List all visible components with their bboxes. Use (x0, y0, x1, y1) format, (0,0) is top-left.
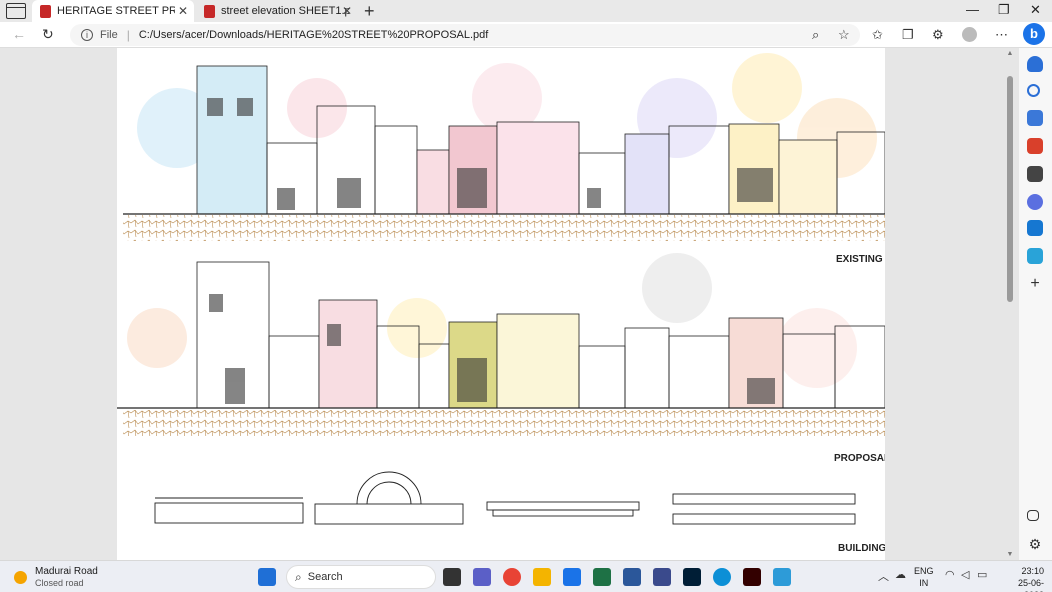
favorite-add-icon[interactable]: ☆ (838, 27, 850, 43)
existing-label: EXISTING (836, 254, 883, 265)
info-icon[interactable]: i (81, 29, 93, 41)
split-screen-icon[interactable] (1027, 510, 1039, 521)
photos-icon[interactable] (653, 568, 671, 586)
vertical-scrollbar[interactable]: ▲ ▼ (1005, 50, 1015, 558)
volume-icon[interactable]: ◁ (961, 568, 969, 581)
mail-icon[interactable] (563, 568, 581, 586)
collections-icon[interactable]: ❐ (902, 27, 914, 43)
refresh-icon[interactable]: ↻ (42, 26, 54, 43)
photoshop-icon[interactable] (683, 568, 701, 586)
chrome-icon[interactable] (503, 568, 521, 586)
send-icon[interactable] (1027, 248, 1043, 264)
language-indicator[interactable]: ENG IN (914, 565, 934, 589)
add-icon[interactable]: + (1027, 276, 1043, 292)
tab-strip: HERITAGE STREET PROPOSAL.pdf ✕ street el… (0, 0, 1052, 22)
bing-icon[interactable]: b (1023, 23, 1045, 45)
minimize-button[interactable]: — (966, 2, 979, 17)
back-icon[interactable]: ← (12, 26, 26, 42)
clock-date: 25-06-2023 (1017, 578, 1044, 592)
scrollbar-thumb[interactable] (1007, 76, 1013, 302)
profile-icon[interactable] (962, 27, 977, 42)
tab-heritage-street-proposal[interactable]: HERITAGE STREET PROPOSAL.pdf ✕ (32, 0, 194, 22)
maximize-button[interactable]: ❐ (998, 2, 1010, 18)
scroll-up-icon[interactable]: ▲ (1005, 50, 1015, 57)
weather-title: Madurai Road (35, 566, 98, 577)
language-line2: IN (919, 578, 929, 588)
search-label: Search (307, 571, 343, 583)
illustrator-icon[interactable] (743, 568, 761, 586)
m365-icon[interactable] (1027, 194, 1043, 210)
weather-subtitle: Closed road (35, 578, 84, 588)
tab-title: street elevation SHEET1.pdf (221, 5, 349, 17)
browser-toolbar: ← ↻ i File | C:/Users/acer/Downloads/HER… (0, 22, 1052, 48)
pdf-viewer[interactable]: EXISTING PROPOSAL BUILDING (0, 48, 1019, 560)
show-hidden-icons-icon[interactable]: ︿ (878, 568, 889, 584)
word-icon[interactable] (623, 568, 641, 586)
scroll-down-icon[interactable]: ▼ (1005, 551, 1015, 558)
search-icon[interactable] (1027, 84, 1040, 97)
clock-time: 23:10 (1021, 566, 1044, 576)
tab-actions-icon[interactable] (6, 3, 26, 19)
tab-title: HERITAGE STREET PROPOSAL.pdf (57, 5, 175, 17)
language-line1: ENG (914, 566, 934, 576)
taskbar: Madurai Road Closed road ⌕ Search ︿ ☁ EN… (0, 560, 1052, 592)
tab-street-elevation[interactable]: street elevation SHEET1.pdf ✕ (196, 0, 358, 22)
extensions-icon[interactable]: ⚙ (932, 27, 944, 43)
proposal-label: PROPOSAL (834, 453, 885, 464)
pdf-page: EXISTING PROPOSAL BUILDING (117, 48, 885, 560)
search-icon: ⌕ (295, 569, 302, 584)
battery-icon[interactable]: ▭ (977, 568, 987, 581)
new-tab-button[interactable]: + (364, 1, 375, 22)
close-tab-icon[interactable]: ✕ (178, 4, 188, 18)
zoom-icon[interactable]: ⌕ (812, 27, 819, 43)
start-icon[interactable] (258, 568, 276, 586)
settings-icon[interactable]: ⚙ (1027, 536, 1043, 552)
wifi-icon[interactable]: ◠ (945, 568, 955, 581)
url-text[interactable]: C:/Users/acer/Downloads/HERITAGE%20STREE… (139, 29, 488, 41)
clock[interactable]: 23:10 25-06-2023 (1006, 565, 1044, 592)
paint-icon[interactable] (773, 568, 791, 586)
traffic-icon (14, 571, 27, 584)
street-elevation-drawing (117, 53, 885, 525)
close-window-button[interactable]: ✕ (1030, 2, 1041, 18)
more-icon[interactable]: ⋯ (995, 27, 1008, 43)
chess-icon[interactable] (1027, 166, 1043, 182)
shopping-tag-icon[interactable] (1027, 110, 1043, 126)
building-label: BUILDING (838, 543, 885, 554)
close-tab-icon[interactable]: ✕ (342, 4, 352, 18)
chat-icon[interactable] (473, 568, 491, 586)
outlook-icon[interactable] (1027, 220, 1043, 236)
toolbox-icon[interactable] (1027, 138, 1043, 154)
favorites-icon[interactable]: ✩ (872, 27, 883, 43)
edge-icon[interactable] (713, 568, 731, 586)
pdf-icon (40, 4, 51, 18)
scheme-label: File (100, 29, 118, 41)
bell-icon[interactable] (1027, 56, 1043, 72)
meet-icon[interactable]: ☁ (895, 568, 906, 581)
file-explorer-icon[interactable] (533, 568, 551, 586)
edge-sidebar: + ⚙ (1019, 48, 1052, 560)
task-view-icon[interactable] (443, 568, 461, 586)
pdf-icon (204, 4, 215, 18)
excel-icon[interactable] (593, 568, 611, 586)
taskbar-search[interactable]: ⌕ Search (286, 565, 436, 589)
address-separator: | (126, 28, 130, 42)
address-bar[interactable]: i File | C:/Users/acer/Downloads/HERITAG… (70, 24, 860, 46)
